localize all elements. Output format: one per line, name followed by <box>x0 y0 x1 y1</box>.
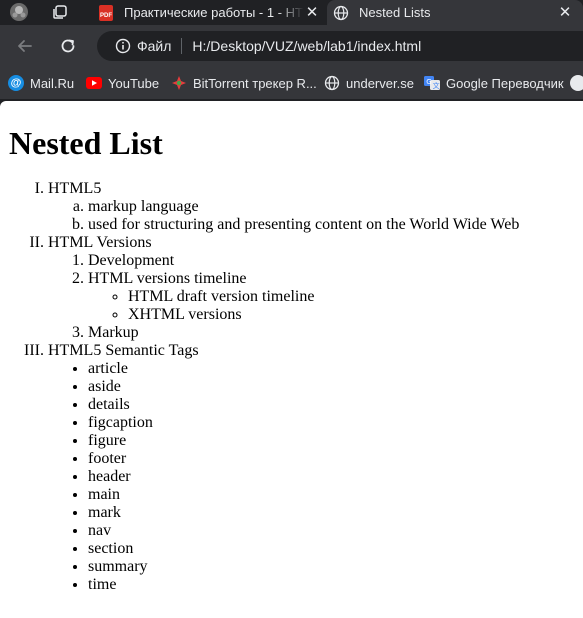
list-item: Development <box>88 252 519 270</box>
bookmark-underverse[interactable]: underver.se <box>324 74 414 92</box>
list-item: footer <box>88 450 519 468</box>
bittorrent-icon <box>171 75 187 91</box>
list-item-semantic-tags: HTML5 Semantic Tags article aside detail… <box>48 342 519 594</box>
bookmarks-bar: @ Mail.Ru YouTube BitTorrent трекер R...… <box>0 66 583 100</box>
bookmark-label: BitTorrent трекер R... <box>193 75 317 91</box>
reload-icon[interactable] <box>55 33 81 59</box>
close-icon[interactable]: ✕ <box>557 4 573 21</box>
bookmark-label: YouTube <box>108 75 160 91</box>
sublist-timeline: HTML draft version timeline XHTML versio… <box>88 288 519 324</box>
tab-title: Nested Lists <box>359 5 431 20</box>
address-bar[interactable]: Файл H:/Desktop/VUZ/web/lab1/index.html <box>97 31 583 61</box>
youtube-icon <box>86 75 102 91</box>
main-list: HTML5 markup language used for structuri… <box>0 180 519 594</box>
tab-nested-lists[interactable]: Nested Lists ✕ <box>327 0 583 25</box>
close-icon[interactable]: ✕ <box>304 4 320 21</box>
sublist-html5: markup language used for structuring and… <box>48 198 519 234</box>
list-item: header <box>88 468 519 486</box>
list-item: used for structuring and presenting cont… <box>88 216 519 234</box>
bookmark-bittorrent[interactable]: BitTorrent трекер R... <box>171 74 317 92</box>
list-item: HTML draft version timeline <box>128 288 519 306</box>
separator <box>181 38 183 54</box>
list-item: aside <box>88 378 519 396</box>
bookmark-google-translate[interactable]: G文 Google Переводчик <box>424 74 564 92</box>
list-item: XHTML versions <box>128 306 519 324</box>
list-item: nav <box>88 522 519 540</box>
list-item: main <box>88 486 519 504</box>
back-arrow-icon[interactable] <box>12 33 38 59</box>
sublist-semantic-tags: article aside details figcaption figure … <box>48 360 519 594</box>
info-icon[interactable] <box>115 38 131 54</box>
bookmark-youtube[interactable]: YouTube <box>86 74 159 92</box>
pdf-icon: PDF <box>98 4 114 21</box>
globe-icon <box>333 5 349 21</box>
tab-strip: PDF Практические работы - 1 - HTML ✕ Nes… <box>0 0 583 25</box>
list-item: HTML versions timeline HTML draft versio… <box>88 270 519 324</box>
list-item: details <box>88 396 519 414</box>
github-icon <box>570 75 583 91</box>
tab-groups-icon[interactable] <box>49 2 71 22</box>
page-title: Nested List <box>9 125 163 161</box>
bookmark-github[interactable] <box>570 74 583 92</box>
list-item: markup language <box>88 198 519 216</box>
list-item: summary <box>88 558 519 576</box>
mailru-icon: @ <box>8 75 24 91</box>
nested-list: HTML5 markup language used for structuri… <box>0 180 519 594</box>
svg-text:G: G <box>426 78 431 86</box>
list-item: figure <box>88 432 519 450</box>
sublist-html-versions: Development HTML versions timeline HTML … <box>48 252 519 342</box>
browser-toolbar: Файл H:/Desktop/VUZ/web/lab1/index.html <box>0 25 583 66</box>
bookmark-label: Mail.Ru <box>30 75 75 91</box>
globe-icon <box>324 75 340 91</box>
list-item: Markup <box>88 324 519 342</box>
bookmark-label: Google Переводчик <box>446 75 564 91</box>
list-item: time <box>88 576 519 594</box>
svg-text:文: 文 <box>433 81 440 90</box>
list-item-html5: HTML5 markup language used for structuri… <box>48 180 519 234</box>
tab-title: Практические работы - 1 - HTML <box>124 5 304 20</box>
list-item: mark <box>88 504 519 522</box>
list-item: figcaption <box>88 414 519 432</box>
translate-icon: G文 <box>424 75 440 91</box>
page-content: Nested List HTML5 markup language used f… <box>0 101 583 618</box>
profile-avatar-icon[interactable] <box>8 2 30 22</box>
scheme-label: Файл <box>137 38 172 54</box>
bookmark-label: underver.se <box>346 75 414 91</box>
list-item: article <box>88 360 519 378</box>
url-text[interactable]: H:/Desktop/VUZ/web/lab1/index.html <box>192 38 421 54</box>
tab-practical-works[interactable]: PDF Практические работы - 1 - HTML ✕ <box>92 0 330 25</box>
bookmark-mailru[interactable]: @ Mail.Ru <box>8 74 74 92</box>
list-item: section <box>88 540 519 558</box>
list-item-html-versions: HTML Versions Development HTML versions … <box>48 234 519 342</box>
